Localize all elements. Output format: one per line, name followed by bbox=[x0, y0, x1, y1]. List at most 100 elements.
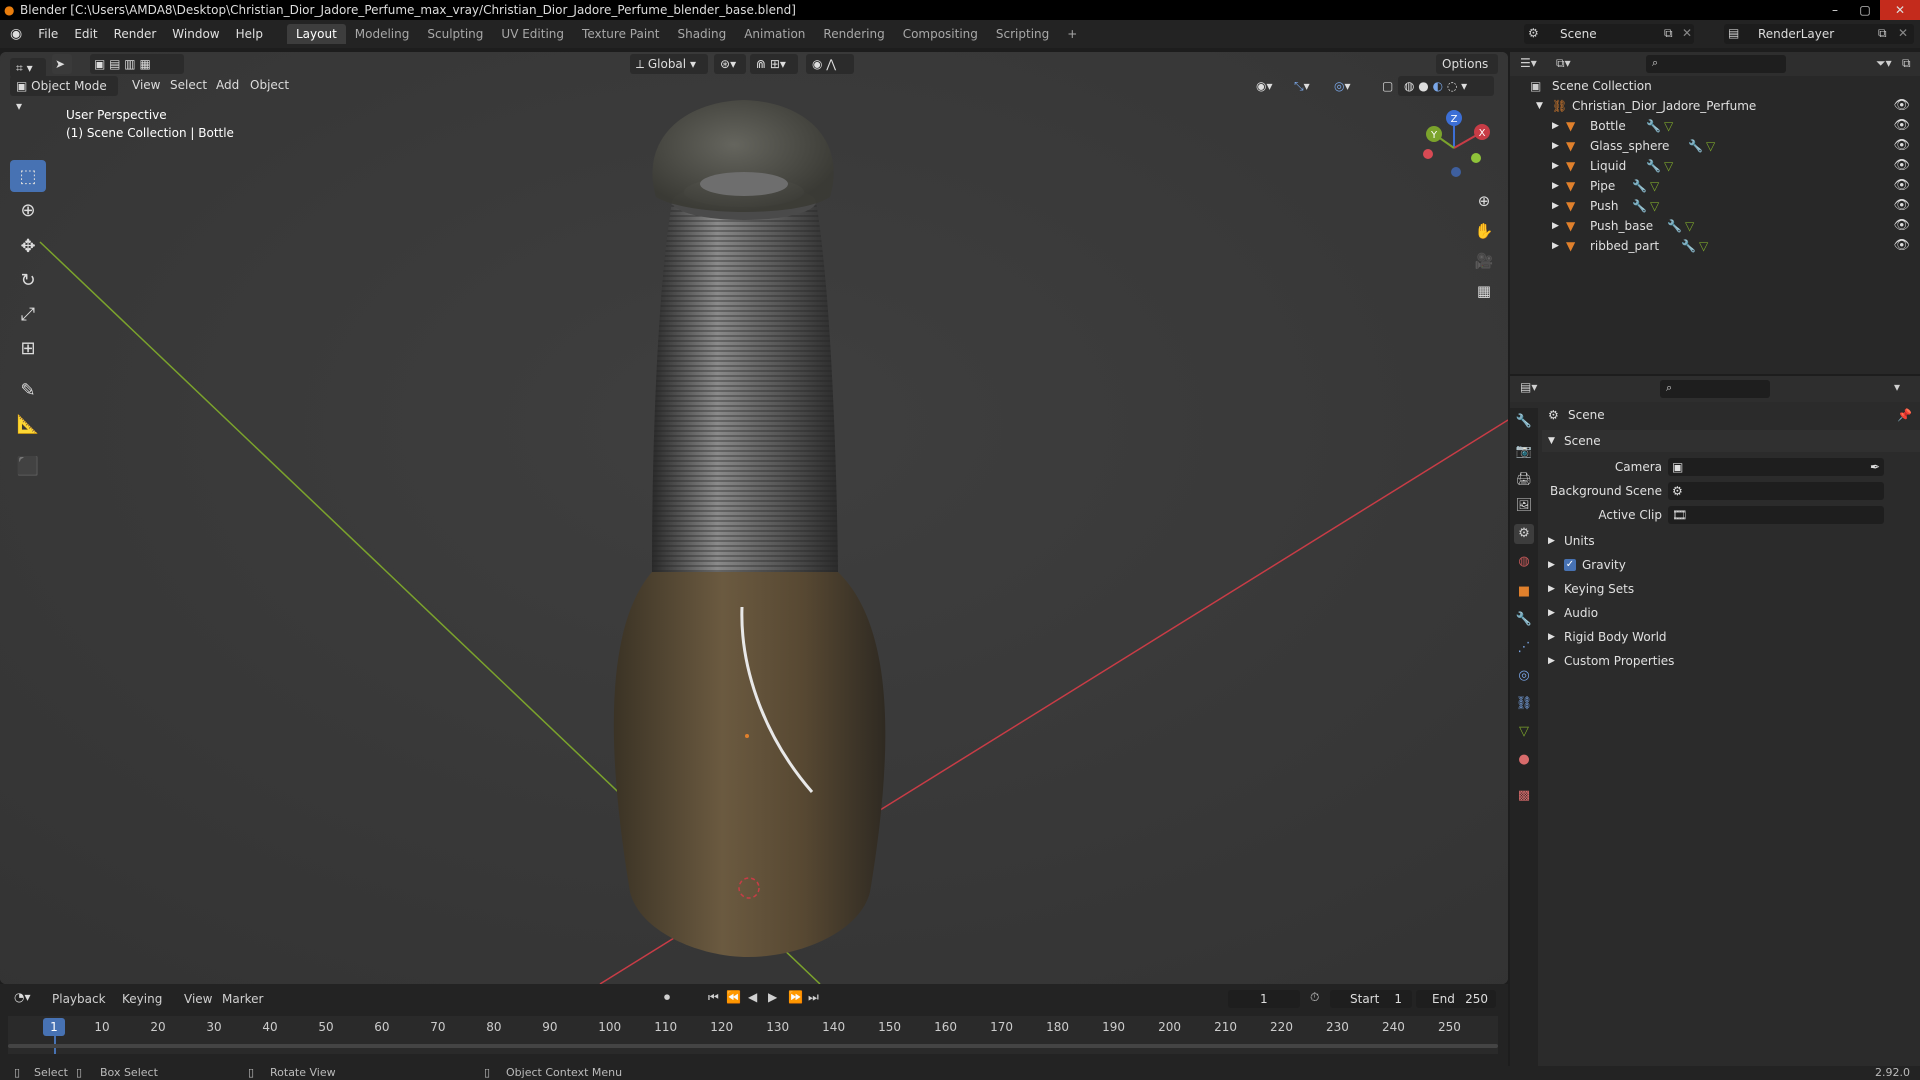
timeline-track-area[interactable]: 10 20 30 40 50 60 70 80 90 100 110 120 130 140 150 160 1… bbox=[8, 1016, 1498, 1054]
viewport-scene[interactable] bbox=[0, 52, 1508, 984]
timeline-scrollbar[interactable] bbox=[8, 1044, 1498, 1048]
playhead[interactable]: 1 bbox=[43, 1018, 65, 1036]
tab-scripting[interactable]: Scripting bbox=[987, 24, 1058, 44]
properties-section-row[interactable]: ▶ Audio bbox=[1542, 602, 1920, 624]
outliner-object-row[interactable]: ▶ ▼ Pipe 🔧 ▽ 👁 bbox=[1510, 176, 1920, 196]
timeline-editor-type-icon[interactable]: ◔▾ bbox=[14, 990, 31, 1004]
ortho-grid-icon[interactable]: ▦ bbox=[1470, 282, 1498, 312]
outliner-object-row[interactable]: ▶ ▼ ribbed_part 🔧 ▽ 👁 bbox=[1510, 236, 1920, 256]
object-tab-icon[interactable]: ■ bbox=[1514, 582, 1534, 602]
editor-type-button[interactable]: ⌗ ▾ bbox=[10, 58, 46, 78]
data-tab-icon[interactable]: ▽ bbox=[1514, 722, 1534, 742]
frame-ruler[interactable]: 10 20 30 40 50 60 70 80 90 100 110 120 130 140 150 160 1… bbox=[8, 1016, 1498, 1036]
transform-orientation-dropdown[interactable]: ⟂ Global ▾ bbox=[630, 54, 708, 74]
prev-keyframe-icon[interactable]: ⏪ bbox=[726, 990, 741, 1004]
menu-keying[interactable]: Keying bbox=[122, 992, 162, 1006]
menu-window[interactable]: Window bbox=[164, 27, 227, 41]
menu-marker[interactable]: Marker bbox=[222, 992, 263, 1006]
navigation-gizmo[interactable]: Z X Y bbox=[1414, 108, 1494, 188]
camera-view-icon[interactable]: 🎥 bbox=[1470, 252, 1498, 282]
3d-viewport[interactable]: ⌗ ▾ ➤ ▣ ▤ ▥ ▦ ⟂ Global ▾ ⊛▾ ⋒ ⊞▾ ◉ ⋀ Opt… bbox=[0, 52, 1508, 984]
active-clip-field[interactable]: 🎞 bbox=[1668, 506, 1884, 524]
tab-sculpting[interactable]: Sculpting bbox=[418, 24, 492, 44]
eyedropper-icon[interactable]: ✒ bbox=[1870, 458, 1880, 476]
expand-arrow-icon[interactable]: ▶ bbox=[1552, 176, 1559, 196]
jump-start-icon[interactable]: ⏮ bbox=[708, 990, 719, 1005]
menu-select[interactable]: Select bbox=[170, 78, 207, 92]
tab-layout[interactable]: Layout bbox=[286, 24, 346, 44]
expand-arrow-icon[interactable]: ▶ bbox=[1552, 116, 1559, 136]
modifier-icon[interactable]: 🔧 bbox=[1667, 216, 1682, 236]
modifier-icon[interactable]: 🔧 bbox=[1688, 136, 1703, 156]
physics-tab-icon[interactable]: ◎ bbox=[1514, 666, 1534, 686]
properties-search-input[interactable]: ⌕ bbox=[1660, 380, 1770, 398]
properties-section-row[interactable]: ▶ Keying Sets bbox=[1542, 578, 1920, 600]
modifier-icon[interactable]: 🔧 bbox=[1681, 236, 1696, 256]
tab-shading[interactable]: Shading bbox=[668, 24, 735, 44]
camera-field[interactable]: ▣ ✒ bbox=[1668, 458, 1884, 476]
move-tool[interactable]: ✥ bbox=[10, 230, 46, 262]
render-tab-icon[interactable]: 📷 bbox=[1514, 442, 1534, 462]
tab-modeling[interactable]: Modeling bbox=[346, 24, 419, 44]
gizmo-neg-y-icon[interactable] bbox=[1471, 153, 1481, 163]
mesh-data-icon[interactable]: ▽ bbox=[1650, 196, 1659, 216]
object-mode-dropdown[interactable]: ▣ Object Mode ▾ bbox=[10, 76, 118, 113]
shading-mode-group[interactable]: ◍ ● ◐ ◌ ▾ bbox=[1398, 76, 1494, 96]
delete-layer-icon[interactable]: ✕ bbox=[1898, 26, 1908, 40]
tab-texture-paint[interactable]: Texture Paint bbox=[573, 24, 668, 44]
visibility-dropdown[interactable]: ◉▾ bbox=[1250, 76, 1280, 96]
menu-object[interactable]: Object bbox=[250, 78, 289, 92]
jump-end-icon[interactable]: ⏭ bbox=[808, 990, 819, 1005]
annotate-tool[interactable]: ✎ bbox=[10, 374, 46, 406]
object-eye-icon[interactable]: 👁 bbox=[1893, 156, 1910, 176]
outliner-collection-row[interactable]: ▼ ⛓ Christian_Dior_Jadore_Perfume 👁 bbox=[1510, 96, 1920, 116]
mesh-data-icon[interactable]: ▽ bbox=[1699, 236, 1708, 256]
outliner-scene-collection[interactable]: ▣ Scene Collection bbox=[1510, 76, 1920, 96]
menu-playback[interactable]: Playback bbox=[52, 992, 106, 1006]
expand-arrow-icon[interactable]: ▶ bbox=[1552, 136, 1559, 156]
blender-menu-icon[interactable]: ◉ bbox=[0, 26, 30, 42]
output-tab-icon[interactable]: 🖨 bbox=[1514, 470, 1534, 490]
object-eye-icon[interactable]: 👁 bbox=[1893, 116, 1910, 136]
select-box-tool[interactable]: ⬚ bbox=[10, 160, 46, 192]
scale-tool[interactable]: ⤢ bbox=[10, 298, 46, 330]
snap-group[interactable]: ⋒ ⊞▾ bbox=[750, 54, 798, 74]
properties-editor-type-icon[interactable]: ▤▾ bbox=[1520, 380, 1537, 394]
rotate-tool[interactable]: ↻ bbox=[10, 264, 46, 296]
outliner-object-row[interactable]: ▶ ▼ Push 🔧 ▽ 👁 bbox=[1510, 196, 1920, 216]
new-scene-icon[interactable]: ⧉ bbox=[1664, 26, 1673, 41]
menu-add[interactable]: Add bbox=[216, 78, 239, 92]
pan-hand-icon[interactable]: ✋ bbox=[1470, 222, 1498, 252]
gizmo-neg-x-icon[interactable] bbox=[1423, 149, 1433, 159]
current-frame-field[interactable]: 1 bbox=[1228, 990, 1300, 1008]
pivot-dropdown[interactable]: ⊛▾ bbox=[714, 54, 746, 74]
expand-arrow-icon[interactable]: ▶ bbox=[1552, 216, 1559, 236]
outliner-editor-type-icon[interactable]: ☰▾ bbox=[1520, 56, 1537, 70]
world-tab-icon[interactable]: ◍ bbox=[1514, 552, 1534, 572]
background-scene-field[interactable]: ⚙ bbox=[1668, 482, 1884, 500]
modifier-icon[interactable]: 🔧 bbox=[1646, 156, 1661, 176]
maximize-button[interactable]: ▢ bbox=[1850, 0, 1880, 20]
outliner-search-input[interactable]: ⌕ bbox=[1646, 55, 1786, 73]
mesh-data-icon[interactable]: ▽ bbox=[1664, 156, 1673, 176]
tab-uv-editing[interactable]: UV Editing bbox=[492, 24, 573, 44]
new-collection-icon[interactable]: ⧉ bbox=[1902, 56, 1911, 71]
outliner-object-row[interactable]: ▶ ▼ Bottle 🔧 ▽ 👁 bbox=[1510, 116, 1920, 136]
menu-render[interactable]: Render bbox=[106, 27, 165, 41]
material-tab-icon[interactable]: ● bbox=[1514, 750, 1534, 770]
outliner-object-row[interactable]: ▶ ▼ Liquid 🔧 ▽ 👁 bbox=[1510, 156, 1920, 176]
modifier-icon[interactable]: 🔧 bbox=[1646, 116, 1661, 136]
particles-tab-icon[interactable]: ⋰ bbox=[1514, 638, 1534, 658]
modifier-tab-icon[interactable]: 🔧 bbox=[1514, 610, 1534, 630]
next-keyframe-icon[interactable]: ⏩ bbox=[788, 990, 803, 1004]
constraints-tab-icon[interactable]: ⛓ bbox=[1514, 694, 1534, 714]
properties-section-row[interactable]: ▶ Rigid Body World bbox=[1542, 626, 1920, 648]
menu-file[interactable]: File bbox=[30, 27, 66, 41]
collapse-arrow-icon[interactable]: ▼ bbox=[1536, 96, 1543, 116]
scene-panel-header[interactable]: ▼ Scene bbox=[1542, 430, 1920, 452]
mesh-data-icon[interactable]: ▽ bbox=[1664, 116, 1673, 136]
tab-rendering[interactable]: Rendering bbox=[814, 24, 893, 44]
expand-arrow-icon[interactable]: ▶ bbox=[1552, 236, 1559, 256]
expand-arrow-icon[interactable]: ▶ bbox=[1552, 196, 1559, 216]
minimize-button[interactable]: – bbox=[1820, 0, 1850, 20]
